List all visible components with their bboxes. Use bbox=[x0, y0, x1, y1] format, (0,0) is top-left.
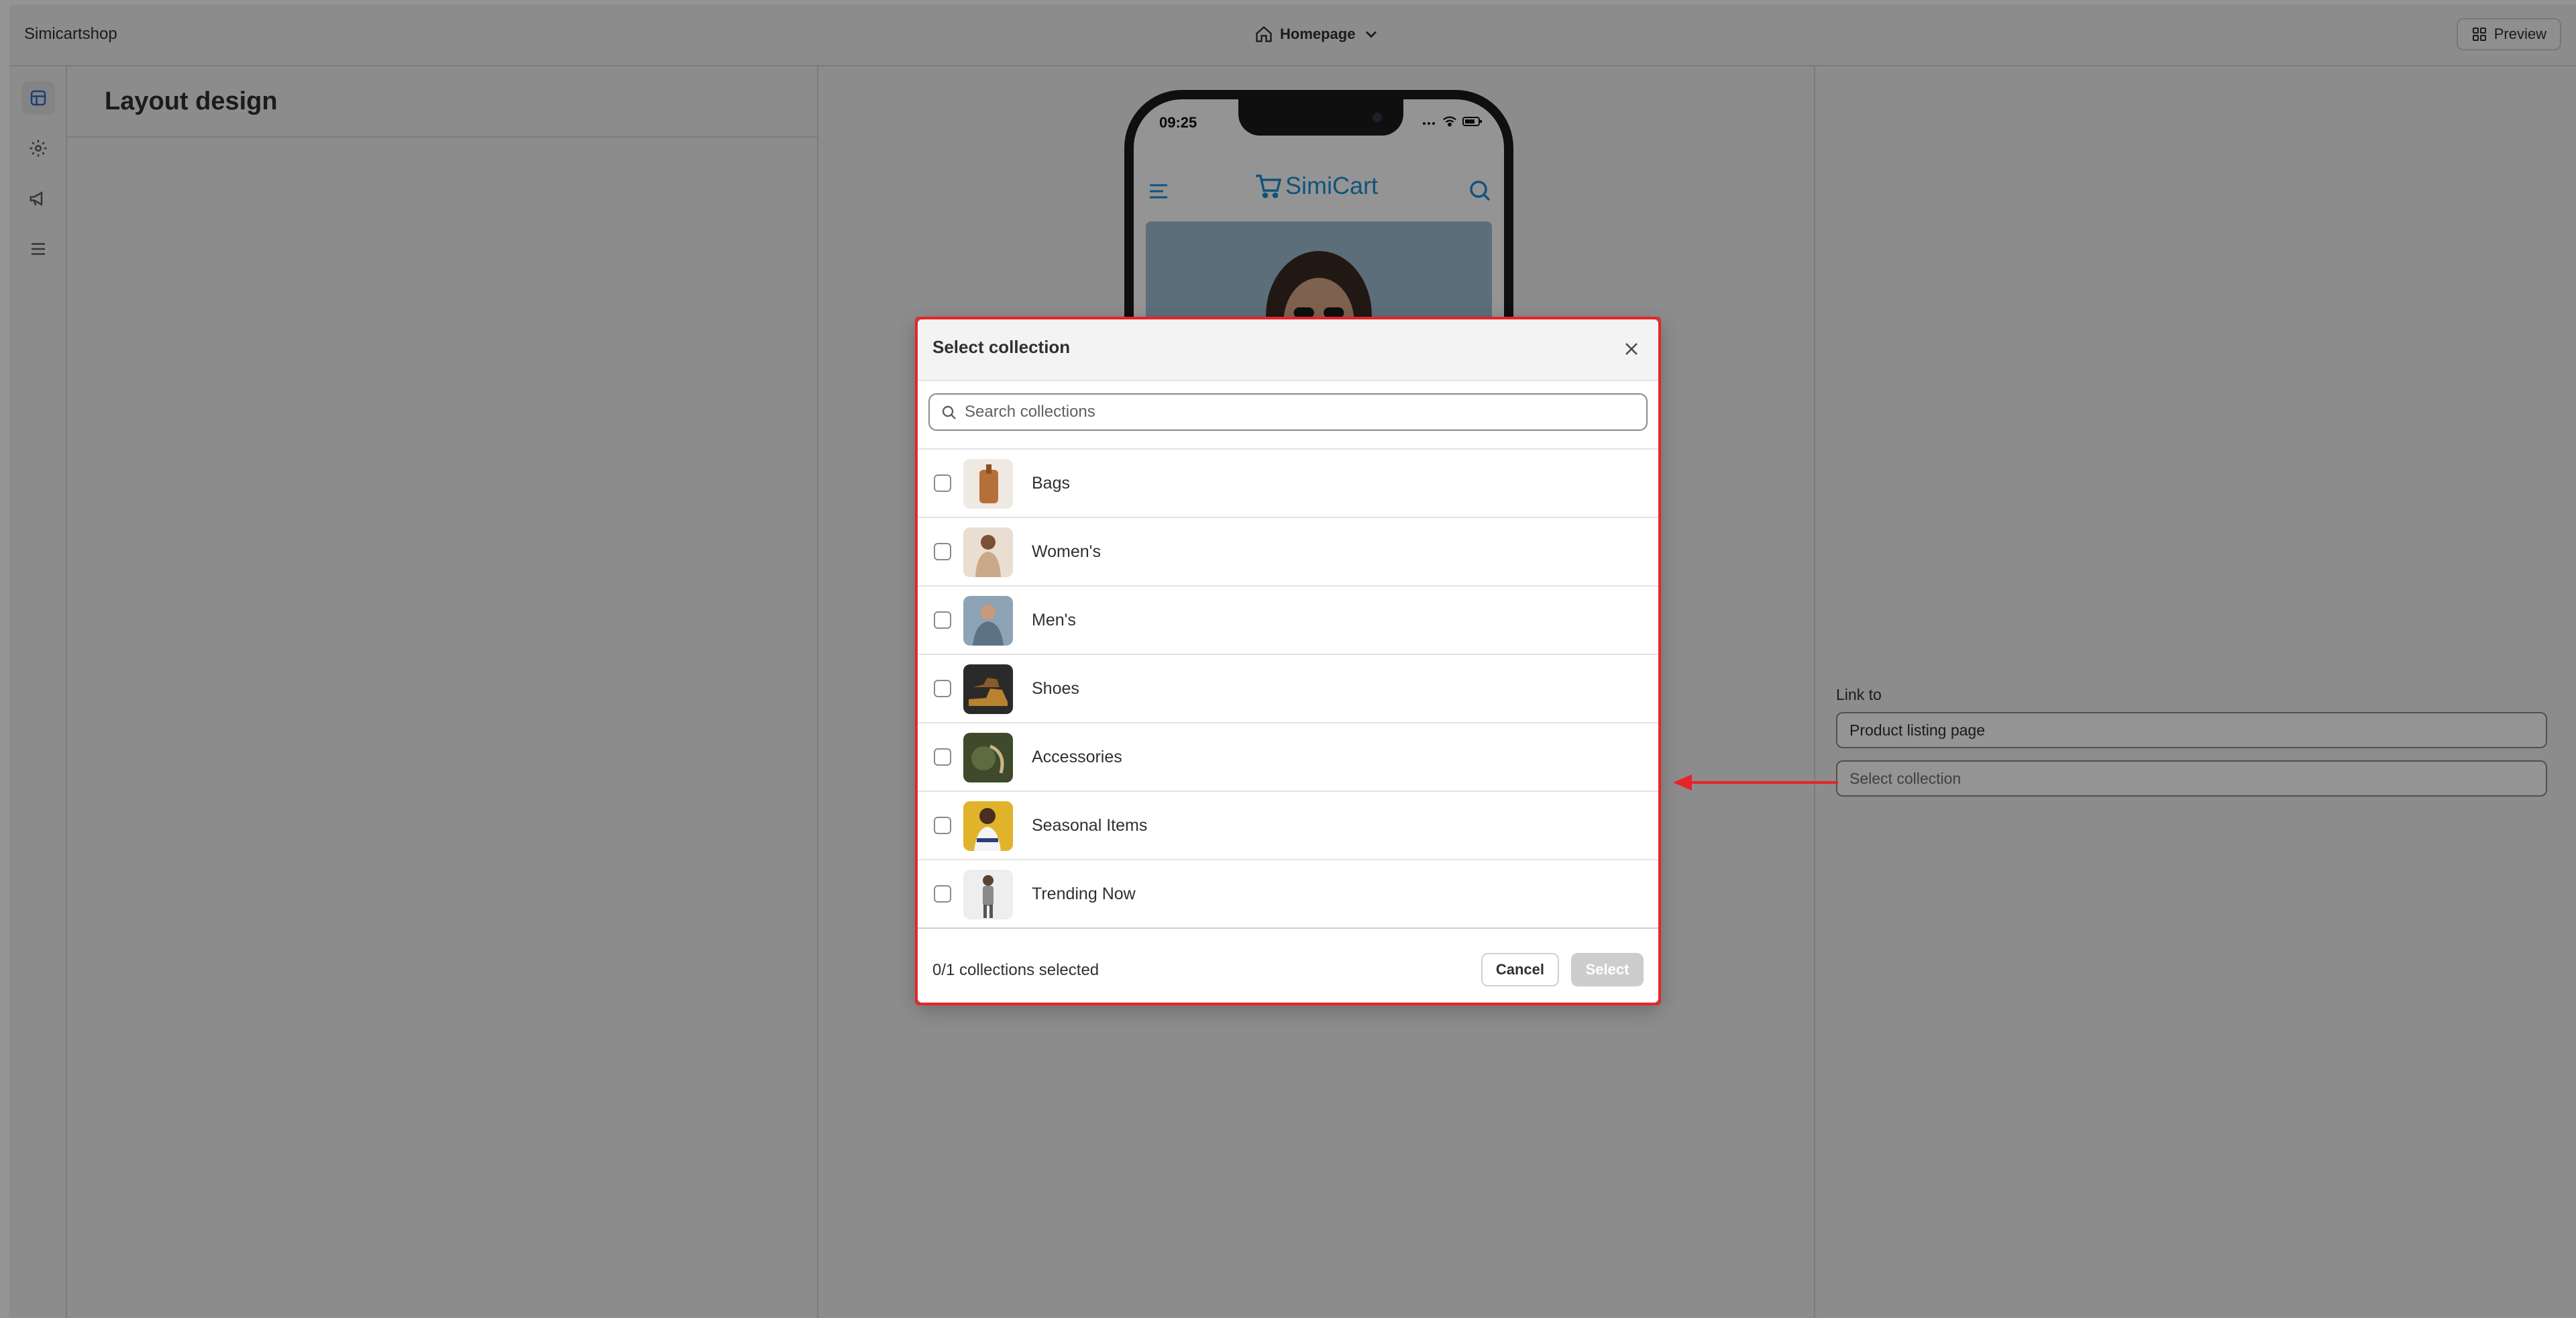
annotation-arrow-icon bbox=[1673, 774, 1838, 791]
annotation-highlight-box bbox=[915, 317, 1661, 1005]
